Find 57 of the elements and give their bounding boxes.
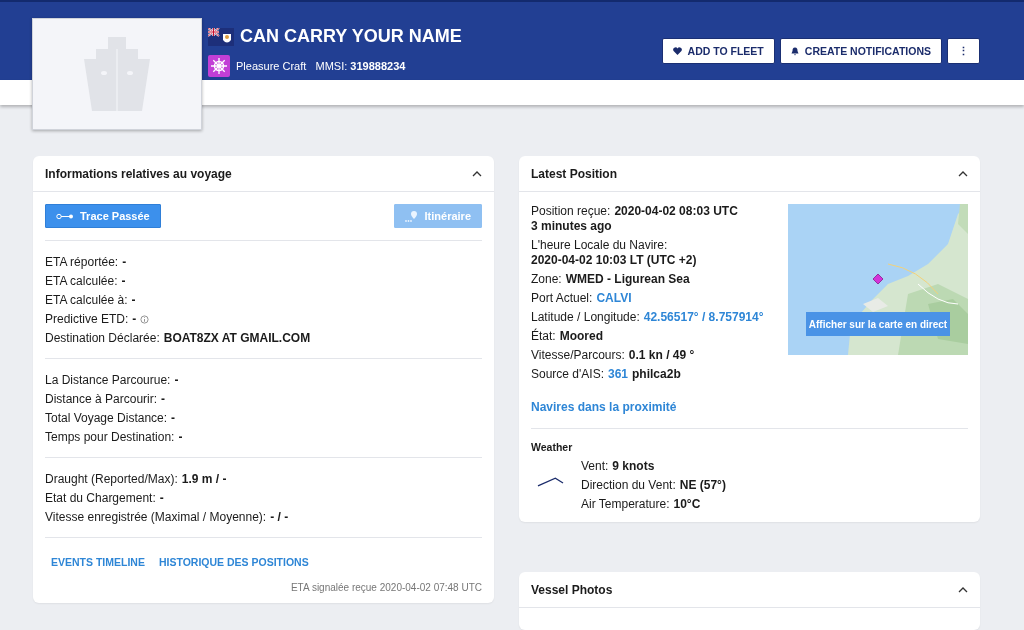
- info-row: Direction du Vent: NE (57°): [581, 478, 726, 493]
- section-title: Weather: [531, 440, 574, 455]
- vessel-subtitle: Pleasure Craft MMSI: 319888234: [236, 60, 406, 72]
- pin-icon: [404, 210, 419, 222]
- flag-icon: [208, 27, 234, 46]
- card-header[interactable]: Vessel Photos: [519, 572, 980, 608]
- info-row-text: État: Moored: [531, 329, 605, 344]
- info-row-text: Zone: WMED - Ligurean Sea: [531, 272, 691, 287]
- info-row-text: Total Voyage Distance: -: [45, 411, 177, 426]
- info-row-text: Destination Déclarée: BOAT8ZX AT GMAIL.COM: [45, 331, 312, 346]
- link[interactable]: EVENTS TIMELINE: [51, 556, 145, 568]
- info-row-text: Temps pour Destination: -: [45, 430, 184, 445]
- track-icon: [56, 212, 74, 220]
- wind-icon: [537, 477, 564, 487]
- info-row-text: Vent: 9 knots: [581, 459, 656, 474]
- link[interactable]: CALVI: [596, 291, 632, 306]
- info-row: Predictive ETD: -: [45, 312, 482, 327]
- link[interactable]: 42.56517° / 8.757914°: [643, 310, 764, 325]
- info-row-text: Port Actuel: CALVI: [531, 291, 633, 306]
- info-row-text: Vitesse/Parcours: 0.1 kn / 49 °: [531, 348, 696, 363]
- info-row-text: Source d'AIS: 361 philca2b: [531, 367, 682, 382]
- info-row-text: ETA calculée à: -: [45, 293, 137, 308]
- card-title: Informations relatives au voyage: [45, 166, 232, 181]
- link[interactable]: HISTORIQUE DES POSITIONS: [158, 556, 309, 568]
- info-row-text: ETA calculée: -: [45, 274, 127, 289]
- info-row-text: L'heure Locale du Navire:: [531, 238, 669, 253]
- action-button[interactable]: Trace Passée: [45, 204, 161, 228]
- collapse-icon[interactable]: [958, 586, 968, 593]
- footnote: ETA signalée reçue 2020-04-02 07:48 UTC: [289, 581, 482, 593]
- collapse-icon[interactable]: [958, 170, 968, 177]
- wheel-icon: [208, 55, 230, 77]
- info-row-text: Distance à Parcourir: -: [45, 392, 167, 407]
- info-row: Latitude / Longitude: 42.56517° / 8.757914°: [531, 310, 764, 325]
- link[interactable]: Navires dans la proximité: [531, 382, 968, 429]
- info-row-text: Air Temperature: 10°C: [581, 497, 702, 512]
- info-row-text: Etat du Chargement: -: [45, 491, 165, 506]
- info-row-text: Vitesse enregistrée (Maximal / Moyenne): - / -: [45, 510, 290, 525]
- more-button[interactable]: ⋮: [947, 38, 980, 64]
- action-button[interactable]: ADD TO FLEET: [661, 38, 775, 64]
- info-row-text: 2020-04-02 10:03 LT (UTC +2): [531, 253, 698, 268]
- info-row-text: Draught (Reported/Max): 1.9 m / -: [45, 472, 228, 487]
- card-header[interactable]: Latest Position: [519, 156, 980, 192]
- link[interactable]: 361: [608, 367, 629, 382]
- info-row-text: ETA réportée: -: [45, 255, 128, 270]
- vessel-name: CAN CARRY YOUR NAME: [240, 26, 462, 47]
- info-row-text: La Distance Parcourue: -: [45, 373, 180, 388]
- info-row-text: Position reçue: 2020-04-02 08:03 UTC: [531, 204, 739, 219]
- info-icon[interactable]: [140, 315, 150, 324]
- card-title: Latest Position: [531, 166, 617, 181]
- action-button[interactable]: CREATE NOTIFICATIONS: [779, 38, 942, 64]
- live-map-button[interactable]: Afficher sur la carte en direct: [806, 312, 950, 336]
- collapse-icon[interactable]: [472, 170, 482, 177]
- info-row-text: 3 minutes ago: [531, 219, 613, 234]
- card-header[interactable]: Informations relatives au voyage: [33, 156, 494, 192]
- heart-icon: [672, 47, 682, 55]
- card-title: Vessel Photos: [531, 582, 613, 597]
- bell-icon: [790, 46, 799, 56]
